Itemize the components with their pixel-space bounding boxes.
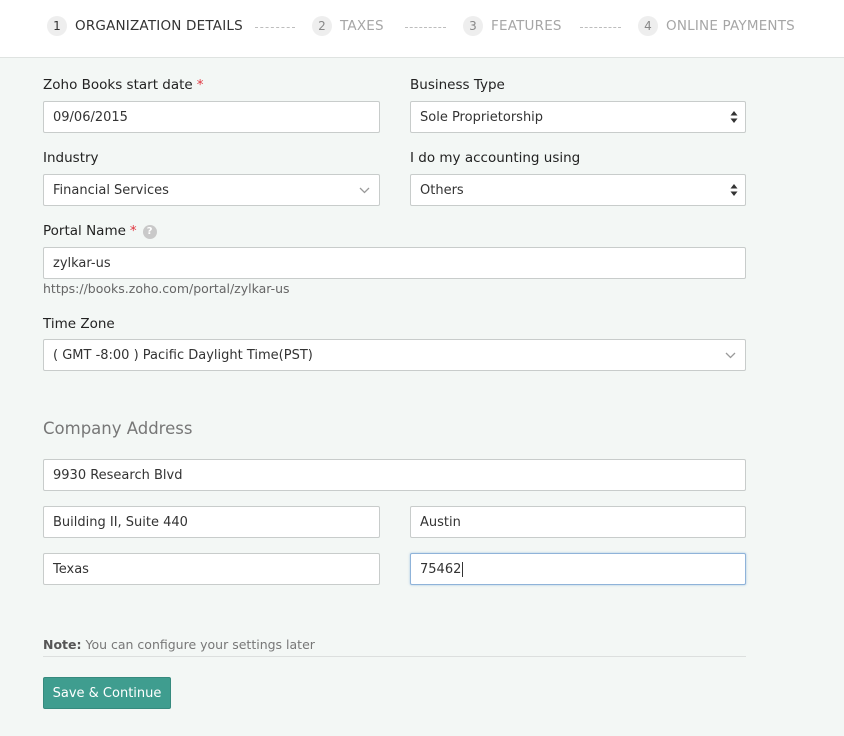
required-marker: * [196, 77, 204, 93]
step-label: ONLINE PAYMENTS [666, 18, 795, 34]
business-type-value: Sole Proprietorship [420, 109, 544, 125]
time-zone-label: Time Zone [43, 316, 115, 332]
up-down-arrows-icon [730, 111, 738, 123]
business-type-label: Business Type [410, 77, 505, 93]
industry-label: Industry [43, 150, 99, 166]
note-prefix: Note: [43, 637, 82, 652]
step-separator [580, 27, 621, 28]
step-online-payments[interactable]: 4 ONLINE PAYMENTS [638, 16, 795, 36]
settings-note: Note: You can configure your settings la… [43, 637, 315, 652]
accounting-using-value: Others [420, 182, 464, 198]
company-address-heading: Company Address [43, 419, 193, 438]
required-marker: * [129, 223, 137, 239]
step-separator [255, 27, 295, 28]
address-zip-value: 75462 [420, 561, 462, 577]
address-street1-input[interactable]: 9930 Research Blvd [43, 459, 746, 491]
step-label: FEATURES [491, 18, 562, 34]
step-label: ORGANIZATION DETAILS [75, 18, 243, 34]
start-date-value: 09/06/2015 [53, 109, 128, 125]
industry-value: Financial Services [53, 182, 169, 198]
step-number: 4 [638, 16, 658, 36]
address-state-value: Texas [53, 561, 89, 577]
address-zip-input[interactable]: 75462 [410, 553, 746, 585]
note-text: You can configure your settings later [81, 637, 315, 652]
business-type-select[interactable]: Sole Proprietorship [410, 101, 746, 133]
start-date-label: Zoho Books start date * [43, 77, 203, 93]
wizard-step-bar: 1 ORGANIZATION DETAILS 2 TAXES 3 FEATURE… [0, 0, 844, 58]
start-date-label-text: Zoho Books start date [43, 77, 193, 93]
address-city-input[interactable]: Austin [410, 506, 746, 538]
divider [43, 656, 746, 657]
time-zone-select[interactable]: ( GMT -8:00 ) Pacific Daylight Time(PST) [43, 339, 746, 371]
step-number: 2 [312, 16, 332, 36]
accounting-using-label: I do my accounting using [410, 150, 581, 166]
step-separator [405, 27, 446, 28]
time-zone-value: ( GMT -8:00 ) Pacific Daylight Time(PST) [53, 347, 313, 363]
portal-url-hint: https://books.zoho.com/portal/zylkar-us [43, 281, 290, 296]
chevron-down-icon [725, 352, 736, 359]
step-number: 1 [47, 16, 67, 36]
address-street2-value: Building II, Suite 440 [53, 514, 188, 530]
portal-name-label-text: Portal Name [43, 223, 126, 239]
step-organization-details[interactable]: 1 ORGANIZATION DETAILS [47, 16, 243, 36]
step-taxes[interactable]: 2 TAXES [312, 16, 384, 36]
portal-name-input[interactable]: zylkar-us [43, 247, 746, 279]
step-label: TAXES [340, 18, 384, 34]
start-date-field[interactable]: 09/06/2015 [43, 101, 380, 133]
portal-name-value: zylkar-us [53, 255, 111, 271]
save-continue-button[interactable]: Save & Continue [43, 677, 171, 709]
accounting-using-select[interactable]: Others [410, 174, 746, 206]
text-caret [462, 561, 464, 577]
portal-name-label: Portal Name *? [43, 223, 157, 239]
up-down-arrows-icon [730, 184, 738, 196]
address-street1-value: 9930 Research Blvd [53, 467, 183, 483]
chevron-down-icon [359, 187, 370, 194]
step-number: 3 [463, 16, 483, 36]
industry-select[interactable]: Financial Services [43, 174, 380, 206]
step-features[interactable]: 3 FEATURES [463, 16, 562, 36]
address-state-input[interactable]: Texas [43, 553, 380, 585]
address-street2-input[interactable]: Building II, Suite 440 [43, 506, 380, 538]
help-icon[interactable]: ? [142, 225, 157, 239]
address-city-value: Austin [420, 514, 461, 530]
